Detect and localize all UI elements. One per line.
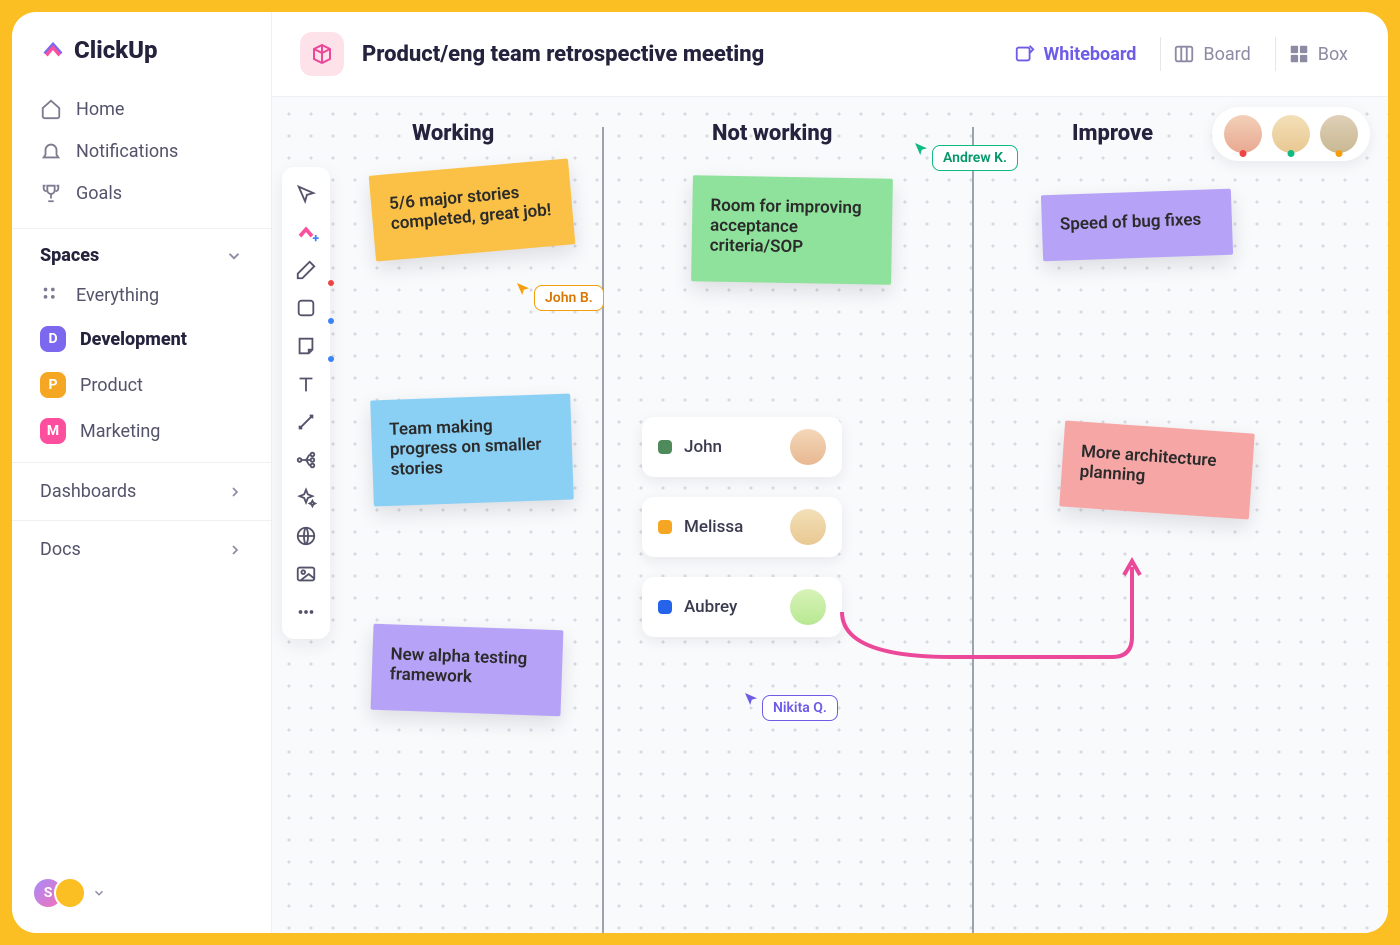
chevron-right-icon xyxy=(227,484,243,500)
tool-pen[interactable] xyxy=(295,259,317,281)
sticky-bug-fixes[interactable]: Speed of bug fixes xyxy=(1041,189,1233,262)
connector-arrow[interactable] xyxy=(832,547,1152,687)
tool-clickup[interactable]: + xyxy=(295,221,317,243)
brand-name: ClickUp xyxy=(74,36,158,64)
person-card-aubrey[interactable]: Aubrey xyxy=(642,577,842,637)
color-swatch-yellow xyxy=(658,520,672,534)
avatar xyxy=(790,589,826,625)
color-swatch-green xyxy=(658,440,672,454)
nav-goals[interactable]: Goals xyxy=(32,172,251,214)
sidebar-footer: S xyxy=(12,877,271,917)
chevron-down-icon xyxy=(225,247,243,265)
avatar xyxy=(790,509,826,545)
person-card-melissa[interactable]: Melissa xyxy=(642,497,842,557)
tool-more[interactable] xyxy=(295,601,317,623)
sticky-acceptance-criteria[interactable]: Room for improving acceptance criteria/S… xyxy=(691,175,893,284)
tab-board[interactable]: Board xyxy=(1160,37,1262,71)
space-product[interactable]: P Product xyxy=(12,362,271,408)
cursor-andrew: Andrew K. xyxy=(912,127,1018,171)
brand-logo[interactable]: ClickUp xyxy=(12,32,271,82)
view-tabs: Whiteboard Board Box xyxy=(1002,37,1360,71)
presence-avatar[interactable] xyxy=(1224,115,1262,153)
presence-bar[interactable] xyxy=(1212,107,1370,161)
chevron-down-icon[interactable] xyxy=(92,886,106,900)
nav-home-label: Home xyxy=(76,99,124,120)
nav-goals-label: Goals xyxy=(76,183,122,204)
main: Product/eng team retrospective meeting W… xyxy=(272,12,1388,933)
bell-icon xyxy=(40,140,62,162)
cursor-nikita: Nikita Q. xyxy=(742,677,838,721)
color-dot-blue2 xyxy=(328,356,334,362)
tool-shape[interactable] xyxy=(295,297,317,319)
cursor-john: John B. xyxy=(514,267,604,311)
presence-avatar[interactable] xyxy=(1320,115,1358,153)
topbar: Product/eng team retrospective meeting W… xyxy=(272,12,1388,97)
person-card-john[interactable]: John xyxy=(642,417,842,477)
trophy-icon xyxy=(40,182,62,204)
clickup-icon xyxy=(40,37,66,63)
col-improve-title: Improve xyxy=(1072,121,1153,146)
space-marketing[interactable]: M Marketing xyxy=(12,408,271,454)
nav-notifications-label: Notifications xyxy=(76,141,178,162)
space-development[interactable]: D Development xyxy=(12,316,271,362)
everything-icon xyxy=(40,284,62,306)
tool-text[interactable] xyxy=(295,373,317,395)
app-window: ClickUp Home Notifications Goals Spaces … xyxy=(12,12,1388,933)
col-notworking-title: Not working xyxy=(712,121,832,146)
section-dashboards[interactable]: Dashboards xyxy=(12,462,271,520)
sidebar: ClickUp Home Notifications Goals Spaces … xyxy=(12,12,272,933)
tool-sticky[interactable] xyxy=(295,335,317,357)
user-avatar-2[interactable] xyxy=(54,877,86,909)
col-divider-1 xyxy=(602,127,604,933)
sticky-major-stories[interactable]: 5/6 major stories completed, great job! xyxy=(369,158,576,261)
tool-image[interactable] xyxy=(295,563,317,585)
tool-ai[interactable] xyxy=(295,487,317,509)
tool-connector[interactable] xyxy=(295,411,317,433)
whiteboard-canvas[interactable]: + Working Not xyxy=(272,97,1388,933)
page-icon[interactable] xyxy=(300,32,344,76)
avatar xyxy=(790,429,826,465)
col-working-title: Working xyxy=(412,121,494,146)
page-title: Product/eng team retrospective meeting xyxy=(362,42,764,67)
space-badge-m: M xyxy=(40,418,66,444)
sticky-team-progress[interactable]: Team making progress on smaller stories xyxy=(370,394,574,507)
tool-select[interactable] xyxy=(295,183,317,205)
sticky-alpha-framework[interactable]: New alpha testing framework xyxy=(371,624,564,717)
spaces-header[interactable]: Spaces xyxy=(12,228,271,274)
tool-mindmap[interactable] xyxy=(295,449,317,471)
tool-web[interactable] xyxy=(295,525,317,547)
nav-group: Home Notifications Goals xyxy=(12,82,271,220)
nav-notifications[interactable]: Notifications xyxy=(32,130,251,172)
cursor-icon xyxy=(742,690,760,708)
whiteboard-toolbar: + xyxy=(282,167,330,639)
chevron-right-icon xyxy=(227,542,243,558)
section-docs[interactable]: Docs xyxy=(12,520,271,578)
col-divider-2 xyxy=(972,127,974,933)
space-badge-p: P xyxy=(40,372,66,398)
tab-whiteboard[interactable]: Whiteboard xyxy=(1002,37,1149,71)
space-everything[interactable]: Everything xyxy=(12,274,271,316)
sticky-arch-planning[interactable]: More architecture planning xyxy=(1059,420,1255,519)
cursor-icon xyxy=(912,140,930,158)
home-icon xyxy=(40,98,62,120)
nav-home[interactable]: Home xyxy=(32,88,251,130)
color-swatch-blue xyxy=(658,600,672,614)
color-dot-red xyxy=(328,280,334,286)
presence-avatar[interactable] xyxy=(1272,115,1310,153)
color-dot-blue xyxy=(328,318,334,324)
space-badge-d: D xyxy=(40,326,66,352)
cursor-icon xyxy=(514,280,532,298)
tab-box[interactable]: Box xyxy=(1275,37,1360,71)
canvas-wrap: + Working Not xyxy=(272,97,1388,933)
